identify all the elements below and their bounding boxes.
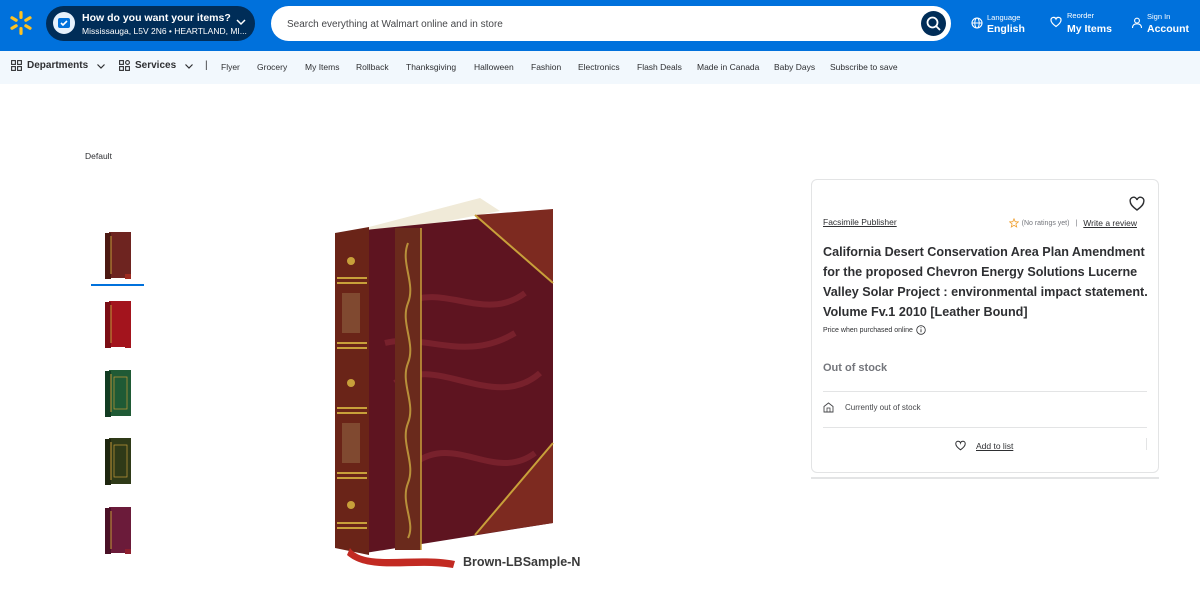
departments-menu[interactable]: Departments <box>11 60 106 71</box>
ratings-count: (No ratings yet) <box>1021 219 1070 227</box>
nav-link-baby-days[interactable]: Baby Days <box>774 62 815 72</box>
reorder-my-items[interactable]: Reorder My Items <box>1050 0 1115 51</box>
ratings-row: (No ratings yet) | Write a review <box>1008 218 1137 228</box>
thumbnail-5[interactable] <box>91 503 144 559</box>
seller-link[interactable]: Facsimile Publisher <box>823 217 897 227</box>
nav-link-fashion[interactable]: Fashion <box>531 62 561 72</box>
heart-icon <box>1050 16 1062 28</box>
services-icon <box>119 60 130 71</box>
availability-row: Currently out of stock <box>823 402 921 413</box>
write-review-link[interactable]: Write a review <box>1083 218 1137 228</box>
departments-label: Departments <box>27 60 89 71</box>
nav-link-thanksgiving[interactable]: Thanksgiving <box>406 62 456 72</box>
favorite-heart-icon[interactable] <box>1129 196 1145 212</box>
store-icon <box>823 402 834 413</box>
heart-icon <box>955 440 966 451</box>
search-input[interactable] <box>287 14 887 34</box>
nav-link-grocery[interactable]: Grocery <box>257 62 287 72</box>
fulfillment-icon <box>53 12 75 34</box>
nav-link-flash-deals[interactable]: Flash Deals <box>637 62 682 72</box>
nav-link-rollback[interactable]: Rollback <box>356 62 389 72</box>
nav-link-flyer[interactable]: Flyer <box>221 62 240 72</box>
nav-link-electronics[interactable]: Electronics <box>578 62 620 72</box>
reorder-value: My Items <box>1067 23 1112 35</box>
chevron-down-icon <box>185 63 194 69</box>
search-bar <box>271 6 951 41</box>
divider <box>823 427 1147 428</box>
secondary-nav: Departments Services | Flyer Grocery My … <box>0 51 1200 84</box>
chevron-down-icon <box>97 63 106 69</box>
price-when-purchased: Price when purchased online <box>823 325 926 335</box>
services-label: Services <box>135 60 177 71</box>
add-to-list-button[interactable]: Add to list <box>955 440 1013 451</box>
grid-icon <box>11 60 22 71</box>
nav-link-made-in-canada[interactable]: Made in Canada <box>697 62 759 72</box>
stock-status: Out of stock <box>823 362 888 374</box>
language-label: Language <box>987 13 1021 22</box>
fulfillment-selector[interactable]: How do you want your items? Mississauga,… <box>46 6 255 41</box>
product-main-image[interactable]: Brown-LBSample-N <box>325 183 585 573</box>
product-info-card: Facsimile Publisher (No ratings yet) | W… <box>811 179 1159 473</box>
divider <box>1146 438 1147 450</box>
thumbnail-4[interactable] <box>91 434 144 490</box>
search-button[interactable] <box>921 11 946 36</box>
add-to-list-label: Add to list <box>976 440 1014 451</box>
availability-text: Currently out of stock <box>845 403 921 412</box>
nav-link-halloween[interactable]: Halloween <box>474 62 514 72</box>
reorder-label: Reorder <box>1067 11 1095 20</box>
card-underline <box>811 477 1159 479</box>
globe-icon <box>971 17 983 29</box>
product-title: California Desert Conservation Area Plan… <box>823 245 1148 319</box>
language-value: English <box>987 23 1025 35</box>
header: How do you want your items? Mississauga,… <box>0 0 1200 51</box>
thumbnail-1[interactable] <box>91 228 144 286</box>
services-menu[interactable]: Services <box>119 60 194 71</box>
search-icon <box>926 16 941 31</box>
user-icon <box>1131 17 1143 29</box>
nav-separator: | <box>205 60 208 71</box>
language-selector[interactable]: Language English <box>970 0 1030 51</box>
price-when-purchased-label: Price when purchased online <box>823 326 913 334</box>
account-value: Account <box>1147 23 1189 35</box>
fulfillment-location: Mississauga, L5V 2N6 • HEARTLAND, MI... <box>82 26 247 36</box>
account-sign-in[interactable]: Sign In Account <box>1131 0 1191 51</box>
walmart-spark-logo[interactable] <box>8 10 34 36</box>
ratings-separator: | <box>1075 219 1078 227</box>
fulfillment-title: How do you want your items? <box>82 12 231 24</box>
star-icon <box>1008 218 1019 228</box>
variant-label: Default <box>85 151 112 161</box>
account-label: Sign In <box>1147 12 1171 21</box>
nav-link-my-items[interactable]: My Items <box>305 62 339 72</box>
thumbnail-2[interactable] <box>91 297 144 353</box>
book-image <box>335 198 554 568</box>
chevron-down-icon <box>236 19 246 26</box>
info-icon[interactable] <box>916 325 926 335</box>
nav-link-subscribe[interactable]: Subscribe to save <box>830 62 898 72</box>
divider <box>823 391 1147 392</box>
thumbnail-3[interactable] <box>91 366 144 422</box>
image-caption: Brown-LBSample-N <box>463 555 581 569</box>
